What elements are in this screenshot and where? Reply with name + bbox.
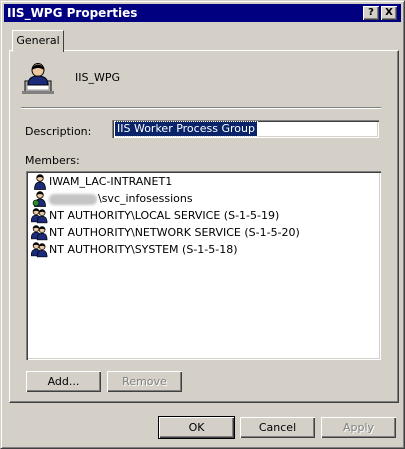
separator xyxy=(21,107,381,109)
group-icon xyxy=(31,225,49,241)
member-name: NT AUTHORITY\NETWORK SERVICE (S-1-5-20) xyxy=(49,226,300,239)
description-value: IIS Worker Process Group xyxy=(114,121,258,137)
description-input[interactable]: IIS Worker Process Group xyxy=(112,120,379,138)
window-title: IIS_WPG Properties xyxy=(7,6,138,20)
redacted-domain xyxy=(49,193,97,205)
members-list[interactable]: IWAM_LAC-INTRANET1 \svc_infosessions NT … xyxy=(26,171,381,360)
apply-button[interactable]: Apply xyxy=(321,417,396,438)
description-label: Description: xyxy=(25,125,91,138)
cancel-button[interactable]: Cancel xyxy=(240,417,315,438)
remove-button[interactable]: Remove xyxy=(107,371,182,392)
properties-dialog: IIS_WPG Properties ? X General IIS_WPG D… xyxy=(0,0,405,449)
help-button[interactable]: ? xyxy=(363,6,379,20)
tab-general[interactable]: General xyxy=(12,30,64,52)
ok-button[interactable]: OK xyxy=(159,417,234,438)
member-name: \svc_infosessions xyxy=(98,192,193,205)
member-name: IWAM_LAC-INTRANET1 xyxy=(49,175,173,188)
user-icon xyxy=(31,174,49,190)
group-icon xyxy=(31,208,49,224)
group-name: IIS_WPG xyxy=(75,71,121,84)
user-icon xyxy=(32,191,49,207)
member-name: NT AUTHORITY\SYSTEM (S-1-5-18) xyxy=(49,243,238,256)
member-name: NT AUTHORITY\LOCAL SERVICE (S-1-5-19) xyxy=(49,209,280,222)
members-label: Members: xyxy=(25,154,80,167)
description-label-text: Description: xyxy=(25,125,92,138)
close-button[interactable]: X xyxy=(381,6,397,20)
group-icon xyxy=(31,242,49,258)
add-button[interactable]: Add... xyxy=(26,371,101,392)
title-bar[interactable]: IIS_WPG Properties ? X xyxy=(4,4,401,22)
user-group-icon xyxy=(22,63,54,94)
tab-general-label: General xyxy=(16,34,60,47)
